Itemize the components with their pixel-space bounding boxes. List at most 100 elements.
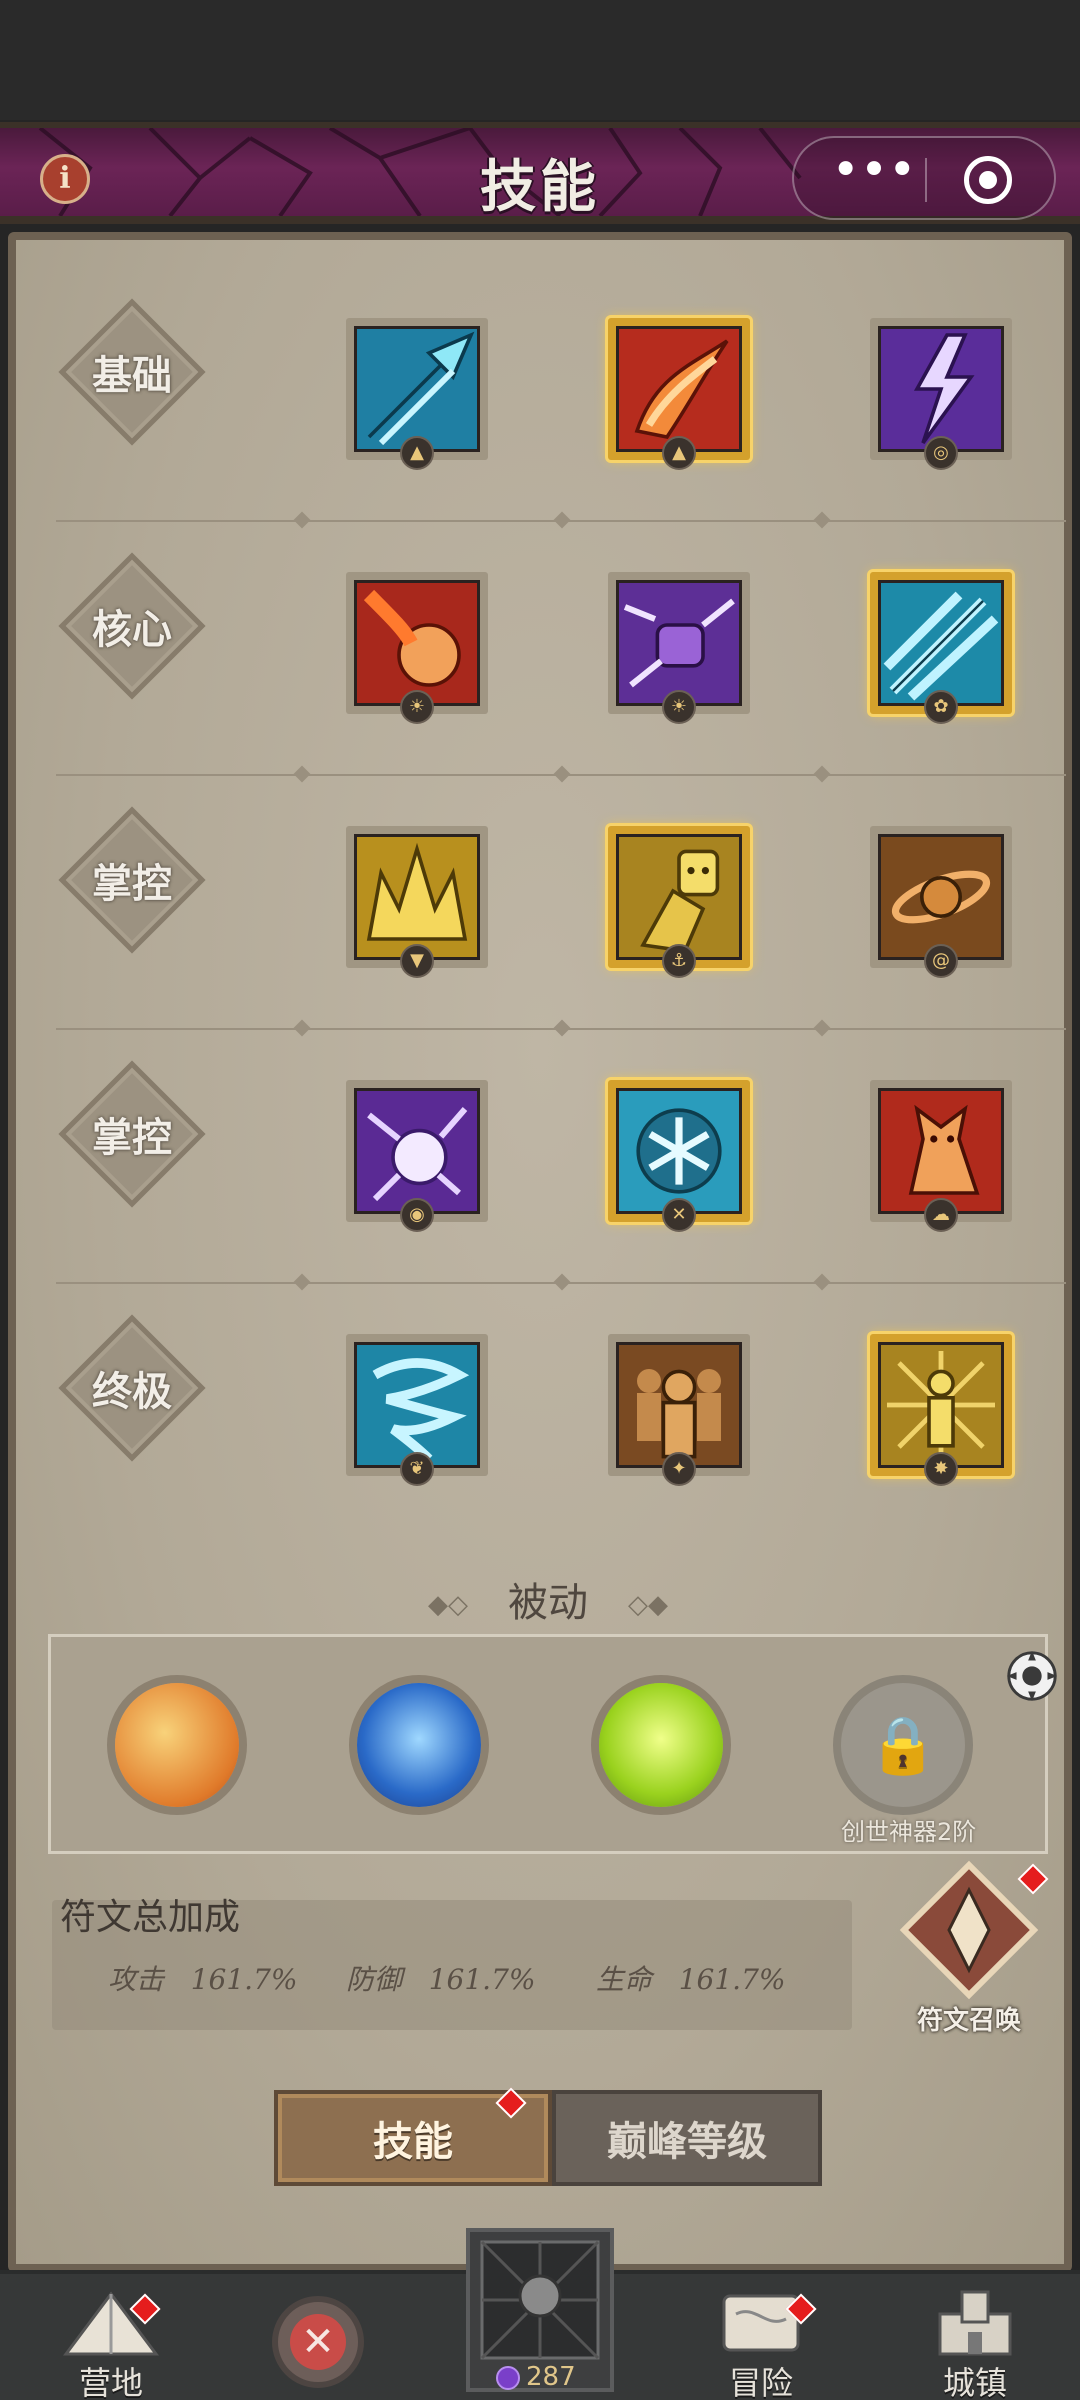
element-badge: ✸ bbox=[924, 1452, 958, 1486]
storm-fist-icon bbox=[616, 580, 742, 706]
record-target-icon[interactable] bbox=[964, 156, 1012, 204]
sandstorm-icon bbox=[878, 834, 1004, 960]
skill-slot[interactable]: ☀ bbox=[346, 572, 488, 724]
stat-value: 161.7% bbox=[428, 1963, 536, 1996]
row-label-diamond: 终极 bbox=[58, 1314, 206, 1462]
skill-slot[interactable]: ✦ bbox=[608, 1334, 750, 1486]
skill-slot[interactable]: ☁ bbox=[870, 1080, 1012, 1232]
row-divider bbox=[56, 1019, 1066, 1037]
row-label-diamond: 掌控 bbox=[58, 1060, 206, 1208]
skill-row-basic: 基础 ▲ ▲ ◎ bbox=[46, 270, 1066, 529]
stat-label: 防御 bbox=[346, 1963, 403, 1996]
row-label: 掌控 bbox=[92, 861, 172, 907]
passive-slot[interactable] bbox=[107, 1675, 247, 1815]
element-badge: ☀ bbox=[662, 690, 696, 724]
lock-icon: 🔒 bbox=[868, 1713, 938, 1778]
stat-value: 161.7% bbox=[190, 1963, 298, 1996]
gear-icon[interactable] bbox=[1003, 1647, 1061, 1705]
nav-camp[interactable]: 营地 bbox=[36, 2274, 186, 2400]
skill-slot[interactable]: ❦ bbox=[346, 1334, 488, 1486]
ornament-right-icon: ◇◆ bbox=[628, 1590, 668, 1620]
row-divider bbox=[56, 765, 1066, 783]
passive-slot-locked[interactable]: 🔒 bbox=[833, 1675, 973, 1815]
passive-skill-box: 🔒 创世神器2阶 bbox=[48, 1634, 1058, 1854]
title-bar: i 技能 ••• bbox=[0, 122, 1080, 224]
skull-portal-icon bbox=[480, 2240, 600, 2360]
earth-clones-icon bbox=[616, 1342, 742, 1468]
passive-slot[interactable] bbox=[591, 1675, 731, 1815]
element-badge: ☀ bbox=[400, 690, 434, 724]
skill-slot[interactable]: ☀ bbox=[608, 572, 750, 724]
element-badge: ✦ bbox=[662, 1452, 696, 1486]
gem-icon bbox=[496, 2365, 520, 2390]
nav-label: 冒险 bbox=[728, 2364, 793, 2400]
lock-requirement: 创世神器2阶 bbox=[841, 1818, 977, 1846]
rune-summon-button[interactable]: 符文召唤 bbox=[894, 1860, 1049, 2036]
rune-summon-label: 符文召唤 bbox=[916, 2006, 1021, 2036]
skill-slot[interactable]: ⚓ bbox=[608, 826, 750, 978]
tab-peak-level[interactable]: 巅峰等级 bbox=[552, 2090, 822, 2186]
golden-clock-icon bbox=[115, 1683, 239, 1807]
element-badge: ⚓ bbox=[662, 944, 696, 978]
nav-adventure[interactable]: 冒险 bbox=[686, 2274, 836, 2400]
ice-arrow-icon bbox=[354, 326, 480, 452]
row-label: 掌控 bbox=[92, 1115, 172, 1161]
skill-slot[interactable]: ◎ bbox=[870, 318, 1012, 470]
skill-slot[interactable]: ▲ bbox=[608, 318, 750, 470]
golden-warrior-icon bbox=[878, 1342, 1004, 1468]
nav-label: 营地 bbox=[78, 2364, 143, 2400]
tab-label: 技能 bbox=[373, 2119, 453, 2165]
stat-value: 161.7% bbox=[678, 1963, 786, 1996]
skill-slot[interactable]: ◉ bbox=[346, 1080, 488, 1232]
mini-program-capsule: ••• bbox=[792, 136, 1056, 220]
blue-shield-icon bbox=[357, 1683, 481, 1807]
row-label-diamond: 基础 bbox=[58, 298, 206, 446]
skill-row-mastery: 掌控 ▼ ⚓ @ bbox=[46, 778, 1066, 1037]
element-badge: ❦ bbox=[400, 1452, 434, 1486]
close-button[interactable]: ✕ bbox=[272, 2296, 364, 2388]
element-badge: @ bbox=[924, 944, 958, 978]
tab-label: 巅峰等级 bbox=[607, 2119, 767, 2165]
stat-attack: 攻击 161.7% bbox=[108, 1958, 297, 1998]
element-badge: ▲ bbox=[400, 436, 434, 470]
ice-shards-icon bbox=[878, 580, 1004, 706]
skill-slot[interactable]: ✸ bbox=[870, 1334, 1012, 1486]
currency-display: 287 bbox=[496, 2362, 576, 2392]
status-area bbox=[0, 0, 1080, 120]
element-badge: ◉ bbox=[400, 1198, 434, 1232]
capsule-divider bbox=[925, 158, 927, 202]
golden-avatar-icon bbox=[616, 834, 742, 960]
row-label-diamond: 核心 bbox=[58, 552, 206, 700]
element-badge: ☁ bbox=[924, 1198, 958, 1232]
nav-label: 城镇 bbox=[942, 2364, 1007, 2400]
nav-town[interactable]: 城镇 bbox=[900, 2274, 1050, 2400]
passive-heading: ◆◇ 被动 ◇◆ bbox=[16, 1570, 1080, 1628]
close-icon: ✕ bbox=[290, 2314, 346, 2370]
passive-slot[interactable] bbox=[349, 1675, 489, 1815]
row-label: 基础 bbox=[92, 353, 172, 399]
stat-defense: 防御 161.7% bbox=[346, 1958, 535, 1998]
skill-slot[interactable]: ✕ bbox=[608, 1080, 750, 1232]
element-badge: ▲ bbox=[662, 436, 696, 470]
lightning-orb-icon bbox=[354, 1088, 480, 1214]
tornado-icon bbox=[354, 1342, 480, 1468]
castle-icon bbox=[938, 2290, 1012, 2356]
more-dots-icon[interactable]: ••• bbox=[824, 138, 924, 218]
bottom-tabs: 技能 巅峰等级 bbox=[274, 2087, 822, 2186]
skill-slot[interactable]: ▲ bbox=[346, 318, 488, 470]
rune-title: 符文总加成 bbox=[60, 1897, 241, 1938]
fireball-icon bbox=[354, 580, 480, 706]
skill-slot[interactable]: @ bbox=[870, 826, 1012, 978]
golden-crown-icon bbox=[354, 834, 480, 960]
skill-slot[interactable]: ▼ bbox=[346, 826, 488, 978]
lightning-bolt-icon bbox=[878, 326, 1004, 452]
row-label: 核心 bbox=[92, 607, 172, 653]
skill-row-ultimate: 终极 ❦ ✦ ✸ bbox=[46, 1286, 1066, 1540]
stat-label: 生命 bbox=[596, 1963, 653, 1996]
skill-slot[interactable]: ✿ bbox=[870, 572, 1012, 724]
stat-life: 生命 161.7% bbox=[596, 1958, 785, 1998]
snowflake-icon bbox=[616, 1088, 742, 1214]
row-divider bbox=[56, 511, 1066, 529]
fire-beast-icon bbox=[878, 1088, 1004, 1214]
fire-strike-icon bbox=[616, 326, 742, 452]
